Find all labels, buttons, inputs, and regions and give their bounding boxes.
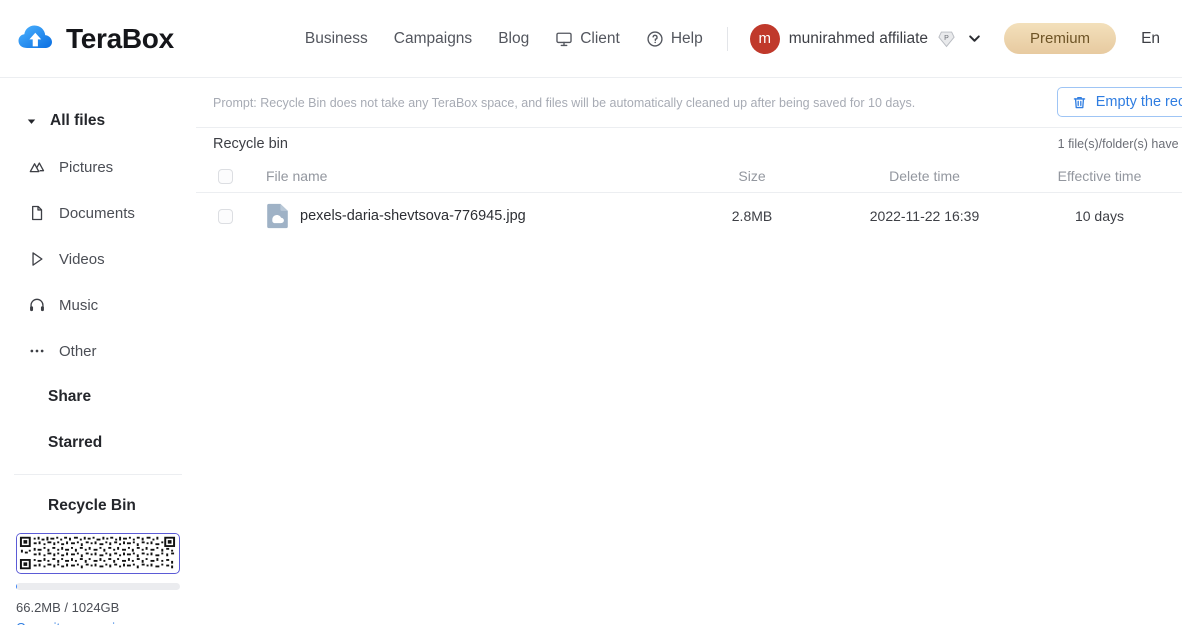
sidebar-divider [14, 474, 182, 475]
trash-icon [1072, 95, 1087, 110]
premium-diamond-badge-icon: P [937, 29, 956, 48]
language-selector[interactable]: En [1141, 30, 1160, 48]
svg-text:P: P [944, 35, 949, 42]
storage-usage-fill [16, 583, 17, 590]
sidebar-item-music[interactable]: Music [0, 282, 196, 328]
sidebar-item-label: Recycle Bin [48, 497, 136, 514]
capacity-expansion-link[interactable]: Capacity expansion [16, 620, 129, 625]
chevron-down-icon[interactable] [967, 31, 982, 46]
nav-label: Help [670, 29, 703, 47]
table-row[interactable]: pexels-daria-shevtsova-776945.jpg 2.8MB … [196, 193, 1182, 239]
prompt-message: Prompt: Recycle Bin does not take any Te… [213, 95, 916, 110]
recycle-bin-table: File name Size Delete time Effective tim… [196, 160, 1182, 239]
main-nav: Business Campaigns Blog Client Help [305, 30, 703, 48]
ellipsis-icon [28, 342, 46, 360]
row-file-name: pexels-daria-shevtsova-776945.jpg [300, 208, 526, 224]
nav-label: Client [580, 29, 620, 47]
select-all-checkbox[interactable] [217, 168, 233, 184]
nav-label: Business [304, 29, 368, 47]
nav-label: Campaigns [393, 29, 473, 47]
sidebar-item-all-files[interactable]: All files [0, 98, 196, 144]
table-subbar: Recycle bin 1 file(s)/folder(s) have bee… [196, 128, 1182, 160]
monitor-icon [555, 30, 573, 48]
row-effective-time: 10 days [1074, 208, 1125, 224]
nav-item-client[interactable]: Client [555, 30, 620, 48]
user-name: munirahmed affiliate [788, 29, 929, 47]
sidebar-item-label: All files [50, 112, 106, 129]
section-title: Recycle bin [213, 136, 288, 152]
row-delete-time: 2022-11-22 16:39 [869, 208, 980, 224]
main-content: Prompt: Recycle Bin does not take any Te… [196, 78, 1182, 625]
video-play-icon [28, 250, 46, 268]
nav-item-help[interactable]: Help [646, 30, 703, 48]
select-all-cell [196, 168, 254, 184]
nav-item-campaigns[interactable]: Campaigns [394, 30, 472, 48]
sidebar-item-share[interactable]: Share [0, 374, 196, 420]
user-menu[interactable]: m munirahmed affiliate P [749, 23, 982, 54]
sidebar-item-other[interactable]: Other [0, 328, 196, 374]
question-circle-icon [646, 30, 664, 48]
sidebar-item-documents[interactable]: Documents [0, 190, 196, 236]
storage-usage-bar [16, 583, 180, 590]
image-file-icon [266, 203, 289, 229]
row-size: 2.8MB [731, 208, 773, 224]
headphones-icon [28, 296, 46, 314]
nav-item-business[interactable]: Business [305, 30, 368, 48]
sidebar-item-label: Pictures [59, 158, 114, 176]
sidebar-item-starred[interactable]: Starred [0, 420, 196, 466]
nav-label: Blog [498, 29, 530, 47]
caret-down-icon [22, 112, 40, 130]
column-header-file-name: File name [266, 168, 328, 184]
prompt-bar: Prompt: Recycle Bin does not take any Te… [196, 78, 1182, 128]
sidebar-item-label: Other [59, 342, 97, 360]
empty-recycle-bin-label: Empty the recycle [1095, 94, 1182, 110]
brand-name: TeraBox [66, 22, 174, 54]
header-divider [726, 26, 728, 51]
row-checkbox[interactable] [217, 208, 233, 224]
column-header-delete-time: Delete time [889, 168, 960, 184]
terabox-recycle-bin-page: TeraBox Business Campaigns Blog Client H… [0, 0, 1182, 625]
picture-icon [28, 158, 46, 176]
avatar: m [749, 23, 780, 54]
sidebar-item-label: Starred [48, 434, 103, 451]
premium-button[interactable]: Premium [1004, 23, 1117, 54]
sidebar-top: All files Pictures Documents Videos Musi… [0, 78, 196, 625]
sidebar-item-label: Music [59, 296, 99, 314]
terabox-cloud-logo-icon [16, 19, 56, 59]
storage-usage-text: 66.2MB / 1024GB [16, 600, 120, 615]
column-header-size: Size [738, 168, 766, 184]
sidebar-item-recycle-bin[interactable]: Recycle Bin [0, 483, 196, 529]
row-select-cell [196, 208, 254, 224]
nav-item-blog[interactable]: Blog [498, 30, 529, 48]
document-icon [28, 204, 46, 222]
row-file-name-cell: pexels-daria-shevtsova-776945.jpg [254, 203, 672, 229]
qr-code-icon[interactable] [16, 533, 180, 574]
empty-recycle-bin-button[interactable]: Empty the recycle [1056, 87, 1182, 117]
sidebar: All files Pictures Documents Videos Musi… [0, 78, 196, 625]
sidebar-item-label: Videos [59, 250, 105, 268]
brand-logo-area[interactable]: TeraBox [16, 19, 174, 59]
sidebar-item-pictures[interactable]: Pictures [0, 144, 196, 190]
sidebar-item-label: Documents [59, 204, 135, 222]
top-header: TeraBox Business Campaigns Blog Client H… [0, 0, 1182, 78]
sidebar-item-videos[interactable]: Videos [0, 236, 196, 282]
loaded-count-note: 1 file(s)/folder(s) have been lo [1057, 137, 1182, 151]
table-header-row: File name Size Delete time Effective tim… [196, 160, 1182, 193]
column-header-effective-time: Effective time [1057, 168, 1142, 184]
sidebar-item-label: Share [48, 388, 92, 405]
